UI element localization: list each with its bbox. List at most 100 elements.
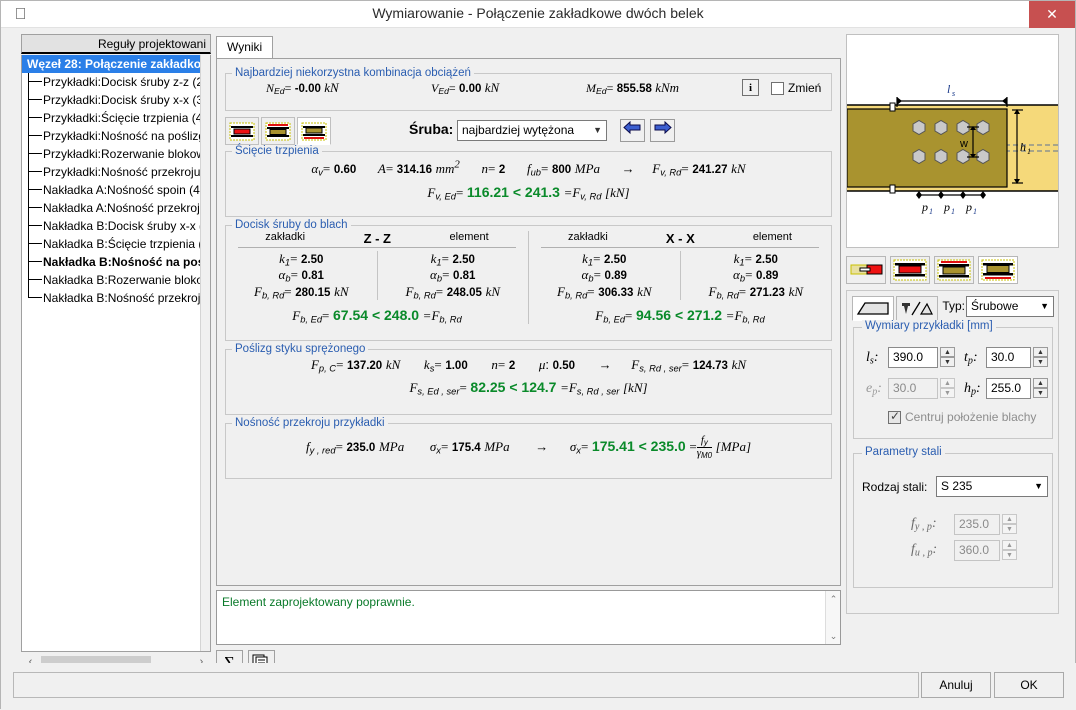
tab-wyniki[interactable]: Wyniki [216,36,274,59]
fsrd-value: 124.73 [692,360,728,372]
view-tab-red[interactable] [890,256,930,284]
spin-up-icon[interactable]: ▲ [1033,347,1048,357]
steel-grade-value: S 235 [941,479,973,493]
bolt-view-tab-2[interactable] [261,117,295,145]
tp-field[interactable]: 30.0 [986,347,1031,368]
steel-grade-select[interactable]: S 235 ▼ [936,476,1048,497]
fsrd-unit: kN [731,357,747,372]
plate-dimensions-group: Wymiary przykładki [mm] ls: 390.0 ▲ ▼ tp:… [853,320,1053,439]
tree-item[interactable]: Przykładki:Nośność przekroju (74%) [22,163,210,181]
tree-item[interactable]: Nakładka B:Nośność na poślizg ( [22,253,210,271]
geometry-tab[interactable] [852,296,894,321]
checkbox-box [888,409,901,425]
fyp-field-label: fy , p: [911,516,937,533]
message-scroll-down[interactable]: ⌄ [826,629,841,643]
alpha-v-value: 0.60 [333,164,357,177]
tree-item[interactable]: Nakładka B:Rozerwanie blokowe (0% [22,271,210,289]
view-tab-olive[interactable] [934,256,974,284]
sigma-result-unit: [MPa] [715,439,752,455]
prev-bolt-button[interactable] [620,119,645,142]
slip-check-row: Fs, Ed , ser= 82.25 < 124.7 =Fs, Rd , se… [409,379,648,397]
shear-check-value: 116.21 < 241.3 [466,183,560,200]
view-tab-selected[interactable] [978,256,1018,284]
next-bolt-button[interactable] [650,119,675,142]
area-value: 314.16 [396,164,432,177]
spin-up-icon: ▲ [1002,514,1017,524]
results-tab-strip: Wyniki [216,34,841,59]
fub-sub: ub [530,167,541,178]
chevron-down-icon: ▼ [593,125,602,135]
arrow-right-glyph: → [535,439,549,455]
bolts-tab[interactable] [896,296,938,321]
tree-item[interactable]: Nakładka B:Ścięcie trzpienia (65%) [22,235,210,253]
tree-item[interactable]: Nakładka A:Nośność spoin (46%) [22,181,210,199]
bearing-xx-left-col: k1= 2.50 αb= 0.89 Fb, Rd= 306.33 kN [556,251,652,300]
design-rules-tree[interactable]: Węzeł 28: Połączenie zakładkowe d Przykł… [21,55,211,652]
fup-field-label: fu , p: [911,542,938,559]
fpc-value: 137.20 [347,360,383,372]
tree-item[interactable]: Przykładki:Docisk śruby x-x (34%) [22,91,210,109]
message-scroll-up[interactable]: ⌃ [826,592,841,606]
bearing-check-right-sub: b, Rd [742,314,765,325]
bolt-view-tab-1[interactable] [225,117,259,145]
fyred-sub: y , red [309,445,336,456]
fy-sub: y [703,437,708,447]
hp-field[interactable]: 255.0 [986,378,1031,399]
tree-item[interactable]: Przykładki:Rozerwanie blokowe (0% [22,145,210,163]
steel-legend: Parametry stali [862,446,945,458]
fyp-field: 235.0 [954,514,1000,535]
diagram-h1-label: h [1020,140,1026,154]
bolt-select[interactable]: najbardziej wytężona ▼ [457,120,607,141]
spin-down-icon[interactable]: ▼ [1033,357,1048,367]
view-tab-side[interactable] [846,256,886,284]
bearing-xx-axis: X - X [665,231,695,246]
fyp-spinner: ▲ ▼ [1002,514,1017,535]
hp-spinner[interactable]: ▲ ▼ [1033,378,1048,399]
shear-params-row: αv= 0.60 A= 314.16 mm2 n= 2 fub= 800 MPa… [311,159,746,178]
tree-item[interactable]: Przykładki:Docisk śruby z-z (27%) [22,73,210,91]
arrow-right-icon [654,120,672,135]
shear-check-unit: [kN] [605,184,630,200]
shear-check-row: Fv, Ed= 116.21 < 241.3 =Fv, Rd [kN] [427,183,630,201]
steel-grade-label: Rodzaj stali: [862,480,928,494]
fbrd-unit: kN [788,283,804,299]
ks-value: 1.00 [445,360,468,372]
cancel-button[interactable]: Anuluj [921,672,991,698]
message-scrollbar[interactable]: ⌃ ⌄ [825,591,840,644]
tree-branch-dash [28,99,42,101]
type-select[interactable]: Śrubowe ▼ [966,296,1054,317]
checkbox-box[interactable] [771,82,784,96]
tree-item-label: Przykładki:Docisk śruby z-z (27%) [43,75,210,89]
tree-root-node[interactable]: Węzeł 28: Połączenie zakładkowe d [22,55,210,73]
spin-down-icon[interactable]: ▼ [940,357,955,367]
tree-item-label: Przykładki:Docisk śruby x-x (34%) [43,93,210,107]
v-ed-row: VEd= 0.00 kN [431,80,500,97]
close-button[interactable]: ✕ [1029,1,1075,28]
tree-item-label: Nakładka B:Rozerwanie blokowe (0% [43,273,210,287]
spin-up-icon[interactable]: ▲ [1033,378,1048,388]
diagram-ls-sub: s [952,89,955,98]
change-checkbox[interactable]: Zmień [771,81,821,96]
tp-spinner[interactable]: ▲ ▼ [1033,347,1048,368]
m-ed-row: MEd= 855.58 kNm [586,80,680,97]
chevron-down-icon: ▼ [1040,301,1049,311]
spin-down-icon[interactable]: ▼ [1033,388,1048,398]
spin-up-icon[interactable]: ▲ [940,347,955,357]
connection-diagram[interactable]: w l s h 1 p 1 p 1 p 1 [846,34,1059,248]
tree-item[interactable]: Przykładki:Nośność na poślizg (65%) [22,127,210,145]
hp-field-label: hp: [964,381,981,398]
ok-button[interactable]: OK [994,672,1064,698]
tree-item[interactable]: Nakładka B:Nośność przekroju (58% [22,289,210,307]
ls-field[interactable]: 390.0 [888,347,938,368]
ls-spinner[interactable]: ▲ ▼ [940,347,955,368]
tree-item[interactable]: Przykładki:Ścięcie trzpienia (48%) [22,109,210,127]
tree-item[interactable]: Nakładka B:Docisk śruby x-x (38%) [22,217,210,235]
mu-value: 0.50 [552,360,576,372]
tree-vertical-scrollbar[interactable] [200,55,210,651]
tree-item[interactable]: Nakładka A:Nośność przekroju (68% [22,199,210,217]
slip-check-value: 82.25 < 124.7 [470,379,557,396]
bolt-view-tab-3[interactable] [297,117,331,145]
olive-bottom-plate-icon [981,259,1015,281]
info-icon[interactable]: i [742,79,759,96]
bearing-xx-headers: zakładki X - X element [529,231,831,246]
